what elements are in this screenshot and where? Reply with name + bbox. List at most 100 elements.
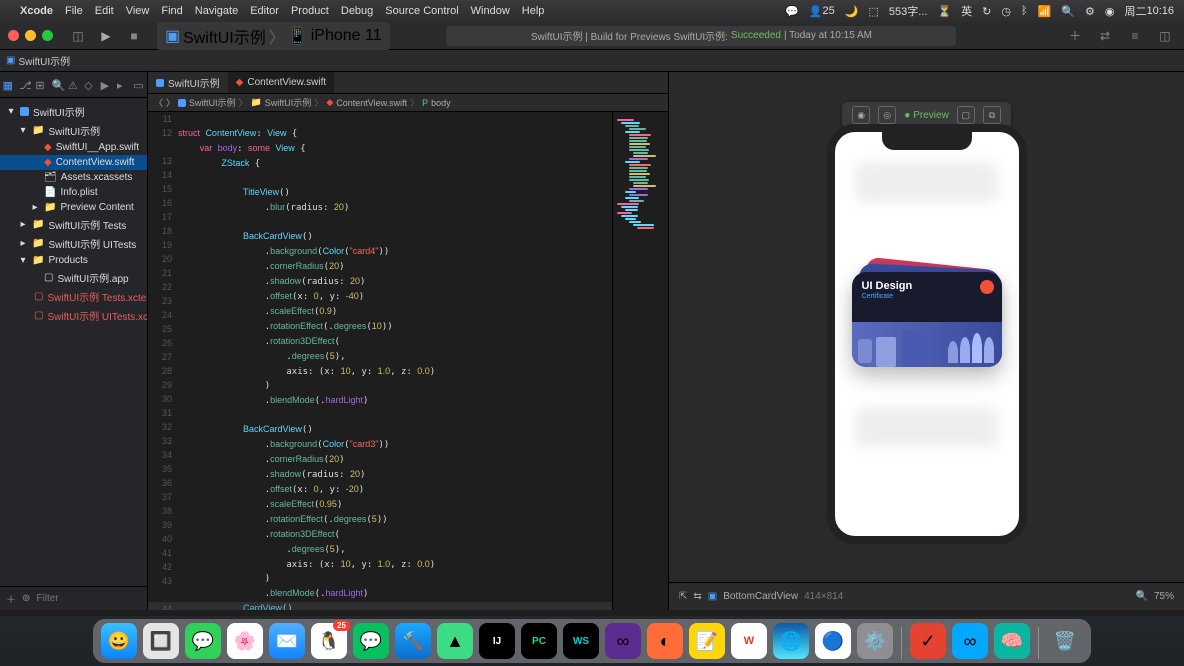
breakpoint-navigator-icon[interactable]: ▸ <box>117 79 128 90</box>
photos-icon[interactable]: 🌸 <box>227 623 263 659</box>
jump-bar[interactable]: 〈 〉 SwiftUI示例〉 📁SwiftUI示例〉 ◆ContentView.… <box>148 94 668 112</box>
code-review-button[interactable]: ⇄ <box>1094 27 1116 45</box>
activity-viewer[interactable]: SwiftUI示例 | Build for Previews SwiftUI示例… <box>446 26 956 46</box>
siri-icon[interactable]: ◉ <box>1105 5 1115 18</box>
tree-file-info[interactable]: 📄Info.plist <box>0 185 147 200</box>
app-menu[interactable]: Xcode <box>20 5 53 17</box>
notification-badge[interactable]: 👤25 <box>809 5 835 18</box>
debug-navigator-icon[interactable]: ▶ <box>101 79 112 90</box>
fullscreen-window[interactable] <box>42 30 53 41</box>
selectable-preview-button[interactable]: ◎ <box>878 106 896 124</box>
do-not-disturb-icon[interactable]: 🌙 <box>845 5 859 18</box>
editor-tab-project[interactable]: SwiftUI示例 <box>148 72 228 93</box>
menu-source-control[interactable]: Source Control <box>385 5 458 17</box>
zoom-level[interactable]: 75% <box>1154 591 1174 602</box>
source-control-navigator-icon[interactable]: ⎇ <box>19 79 30 90</box>
close-window[interactable] <box>8 30 19 41</box>
menu-product[interactable]: Product <box>291 5 329 17</box>
clock-date[interactable]: 周二 10:16 <box>1124 3 1174 19</box>
device-settings-button[interactable]: ▢ <box>957 106 975 124</box>
duplicate-preview-button[interactable]: ⧉ <box>983 106 1001 124</box>
scheme-selector[interactable]: ▣ SwiftUI示例 〉 📱 iPhone 11 <box>157 22 390 50</box>
test-navigator-icon[interactable]: ◇ <box>84 79 95 90</box>
chrome-icon[interactable]: 🔵 <box>815 623 851 659</box>
wifi-icon[interactable]: 📶 <box>1038 5 1052 18</box>
menu-find[interactable]: Find <box>161 5 182 17</box>
webstorm-icon[interactable]: WS <box>563 623 599 659</box>
menu-editor[interactable]: Editor <box>250 5 279 17</box>
issue-navigator-icon[interactable]: ⚠ <box>68 79 79 90</box>
menu-file[interactable]: File <box>65 5 83 17</box>
wps-icon[interactable]: W <box>731 623 767 659</box>
tree-product-uitests[interactable]: ▢SwiftUI示例 UITests.xc... <box>0 306 147 325</box>
android-studio-icon[interactable]: ▲ <box>437 623 473 659</box>
zoom-icon[interactable]: 🔍 <box>1136 591 1148 602</box>
spotlight-icon[interactable]: 🔍 <box>1061 5 1075 18</box>
bluetooth-icon[interactable]: ᛒ <box>1021 5 1028 17</box>
qq-icon[interactable]: 🐧25 <box>311 623 347 659</box>
postman-icon[interactable]: ◐ <box>647 623 683 659</box>
tree-product-tests[interactable]: ▢SwiftUI示例 Tests.xctest <box>0 287 147 306</box>
finder-icon[interactable]: 😀 <box>101 623 137 659</box>
tree-folder-uitests[interactable]: ▸📁SwiftUI示例 UITests <box>0 234 147 253</box>
wechat-app-icon[interactable]: 💬 <box>353 623 389 659</box>
library-button[interactable]: ＋ <box>1064 27 1086 45</box>
code-content[interactable]: struct ContentView: View { var body: som… <box>178 112 612 610</box>
trash-icon[interactable]: 🗑️ <box>1047 623 1083 659</box>
visual-studio-icon[interactable]: ∞ <box>605 623 641 659</box>
toggle-navigator[interactable]: ◫ <box>67 27 89 45</box>
adjust-preview-icon[interactable]: ⇆ <box>693 591 701 602</box>
report-navigator-icon[interactable]: ▭ <box>133 79 144 90</box>
menu-navigate[interactable]: Navigate <box>195 5 238 17</box>
add-file-icon[interactable]: ＋ <box>6 591 16 606</box>
menu-edit[interactable]: Edit <box>95 5 114 17</box>
hourglass-icon[interactable]: ⏳ <box>937 5 951 18</box>
menu-view[interactable]: View <box>126 5 150 17</box>
minimap[interactable] <box>612 112 668 610</box>
tree-folder-preview[interactable]: ▸📁Preview Content <box>0 200 147 215</box>
tree-file-assets[interactable]: 🗂Assets.xcassets <box>0 170 147 185</box>
xcode-icon[interactable]: 🔨 <box>395 623 431 659</box>
input-method[interactable]: 英 <box>961 3 972 19</box>
tree-folder-products[interactable]: ▾📁Products <box>0 253 147 268</box>
tree-folder-tests[interactable]: ▸📁SwiftUI示例 Tests <box>0 215 147 234</box>
control-center-icon[interactable]: ⚙ <box>1085 5 1095 18</box>
edge-icon[interactable]: 🌐 <box>773 623 809 659</box>
brain-app-icon[interactable]: 🧠 <box>994 623 1030 659</box>
launchpad-icon[interactable]: 🔲 <box>143 623 179 659</box>
pin-preview-icon[interactable]: ⇱ <box>679 591 687 602</box>
symbol-navigator-icon[interactable]: ⊞ <box>35 79 46 90</box>
preview-content[interactable]: UI Design Certificate <box>835 132 1019 536</box>
intellij-icon[interactable]: IJ <box>479 623 515 659</box>
project-navigator-icon[interactable]: ▦ <box>3 79 14 90</box>
wechat-icon[interactable]: 💬 <box>785 5 799 18</box>
toggle-inspector[interactable]: ◫ <box>1154 27 1176 45</box>
todoist-icon[interactable]: ✓ <box>910 623 946 659</box>
stop-button[interactable]: ■ <box>123 27 145 45</box>
tree-product-app[interactable]: ▢SwiftUI示例.app <box>0 268 147 287</box>
source-editor[interactable]: 11 12 13 14 15 16 17 18 19 20 21 22 23 2… <box>148 112 668 610</box>
live-preview-button[interactable]: ◉ <box>852 106 870 124</box>
editor-options[interactable]: ≡ <box>1124 27 1146 45</box>
menu-help[interactable]: Help <box>522 5 545 17</box>
tree-root[interactable]: ▾SwiftUI示例 <box>0 102 147 121</box>
messages-icon[interactable]: 💬 <box>185 623 221 659</box>
minimize-window[interactable] <box>25 30 36 41</box>
find-navigator-icon[interactable]: 🔍 <box>52 79 63 90</box>
nav-forward-icon[interactable]: 〉 <box>166 96 175 109</box>
project-tab[interactable]: SwiftUI示例 <box>18 53 70 68</box>
run-button[interactable]: ▶ <box>95 27 117 45</box>
baidu-icon[interactable]: ∞ <box>952 623 988 659</box>
clock-icon[interactable]: ◷ <box>1001 5 1011 18</box>
network-speed[interactable]: 553字... <box>889 3 928 19</box>
menu-window[interactable]: Window <box>471 5 510 17</box>
tree-folder[interactable]: ▾📁SwiftUI示例 <box>0 121 147 140</box>
nav-back-icon[interactable]: 〈 <box>154 96 163 109</box>
pycharm-icon[interactable]: PC <box>521 623 557 659</box>
mail-icon[interactable]: ✉️ <box>269 623 305 659</box>
editor-tab-file[interactable]: ◆ContentView.swift <box>228 72 334 93</box>
screen-mirror-icon[interactable]: ⬚ <box>869 5 879 18</box>
settings-icon[interactable]: ⚙️ <box>857 623 893 659</box>
notes-icon[interactable]: 📝 <box>689 623 725 659</box>
tree-file-app[interactable]: ◆SwiftUI__App.swift <box>0 140 147 155</box>
